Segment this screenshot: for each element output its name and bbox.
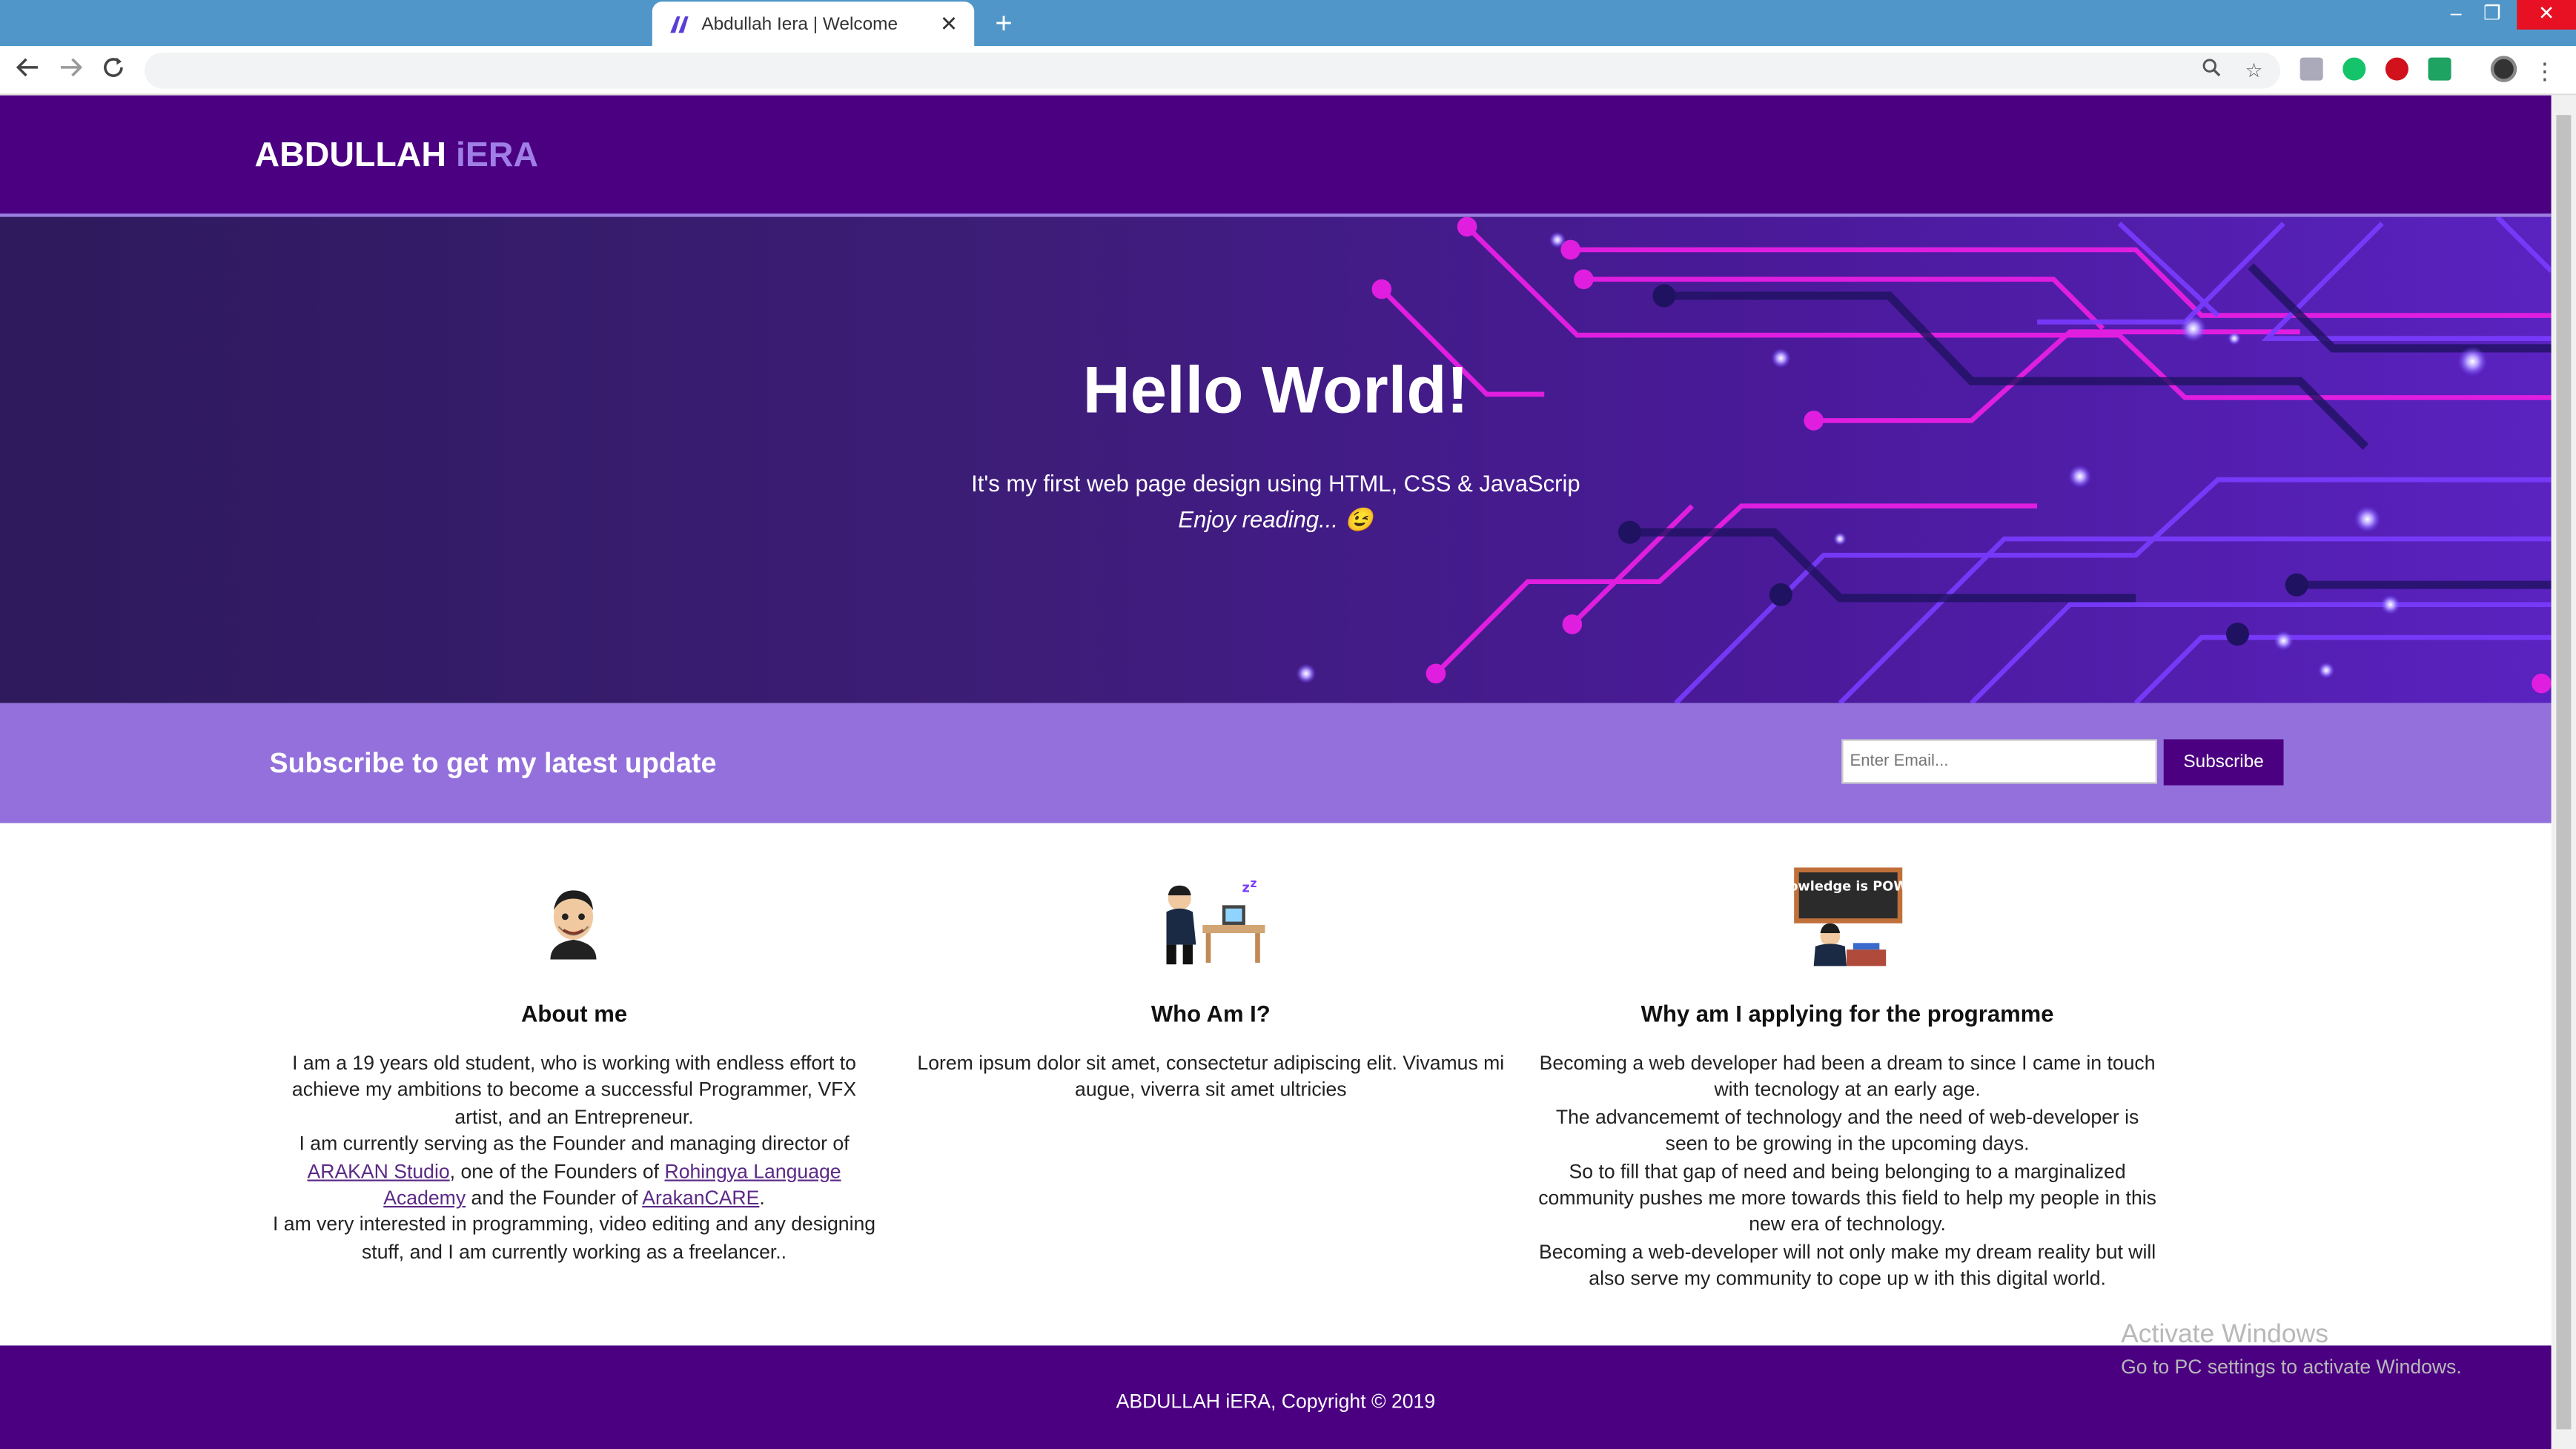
zoom-icon[interactable] <box>2198 58 2224 84</box>
address-bar[interactable] <box>145 52 2281 89</box>
back-icon[interactable] <box>13 56 43 85</box>
about-paragraph-2: I am currently serving as the Founder an… <box>273 1131 875 1212</box>
why-paragraph-4: Becoming a web-developer will not only m… <box>1539 1240 2156 1290</box>
email-input[interactable] <box>1841 739 2157 784</box>
hero-tagline: Enjoy reading... 😉 <box>1178 505 1374 533</box>
bookmark-star-icon[interactable]: ☆ <box>2241 58 2267 84</box>
why-paragraph-1: Becoming a web developer had been a drea… <box>1539 1051 2156 1102</box>
forward-icon[interactable] <box>56 56 85 85</box>
about-text-d: . <box>759 1186 765 1210</box>
about-title: About me <box>521 1000 628 1027</box>
site-favicon-icon <box>669 14 692 34</box>
browser-tabstrip: Abdullah Iera | Welcome ✕ + – ❐ ✕ <box>0 0 2576 47</box>
tab-close-icon[interactable]: ✕ <box>940 10 958 36</box>
site-header: ABDULLAH iERA <box>0 95 2552 217</box>
about-text-b: , one of the Founders of <box>449 1159 665 1183</box>
profile-avatar[interactable] <box>2490 56 2517 82</box>
activate-windows-subtitle: Go to PC settings to activate Windows. <box>2121 1355 2462 1379</box>
why-paragraph-2: The advancememt of technology and the ne… <box>1555 1105 2139 1155</box>
browser-toolbar: ☆ ⋮ <box>0 46 2576 96</box>
logo-accent-text: iERA <box>455 136 539 174</box>
why-title: Why am I applying for the programme <box>1640 1000 2054 1027</box>
footer-copyright: ABDULLAH iERA, Copyright © 2019 <box>1116 1390 1436 1413</box>
extension-opera-icon[interactable] <box>2385 57 2408 81</box>
arakan-studio-link[interactable]: ARAKAN Studio <box>307 1159 449 1182</box>
who-paragraph: Lorem ipsum dolor sit amet, consectetur … <box>917 1051 1505 1102</box>
hero-title: Hello World! <box>1082 354 1469 428</box>
svg-text:z: z <box>1242 881 1249 896</box>
board-text: Knowledge is POWER <box>1794 879 1902 894</box>
extension-grammarly-icon[interactable] <box>2342 57 2366 81</box>
subscribe-heading: Subscribe to get my latest update <box>269 747 717 779</box>
bitmoji-desk-image: z z <box>1160 877 1268 976</box>
who-column: Who Am I? Lorem ipsum dolor sit amet, co… <box>909 1001 1514 1104</box>
subscribe-button[interactable]: Subscribe <box>2163 739 2284 786</box>
activate-windows-title: Activate Windows <box>2121 1321 2328 1349</box>
new-tab-button[interactable]: + <box>986 7 1022 39</box>
about-paragraph-1: I am a 19 years old student, who is work… <box>291 1051 857 1129</box>
why-paragraph-3: So to fill that gap of need and being be… <box>1538 1159 2156 1236</box>
about-paragraph-3: I am very interested in programming, vid… <box>273 1213 876 1264</box>
extension-download-icon[interactable] <box>2299 57 2323 81</box>
about-column: About me I am a 19 years old student, wh… <box>273 1001 875 1265</box>
svg-text:z: z <box>1251 879 1257 890</box>
subscribe-bar: Subscribe to get my latest update Subscr… <box>0 703 2552 823</box>
minimize-icon[interactable]: – <box>2437 0 2476 30</box>
scrollbar-thumb[interactable] <box>2556 115 2572 1430</box>
reload-icon[interactable] <box>99 56 128 85</box>
restore-icon[interactable]: ❐ <box>2472 0 2512 30</box>
about-text-a: I am currently serving as the Founder an… <box>299 1132 850 1155</box>
browser-tab[interactable]: Abdullah Iera | Welcome ✕ <box>652 1 975 47</box>
extension-green-icon[interactable] <box>2428 57 2451 81</box>
bitmoji-portrait-image <box>544 884 603 975</box>
who-title: Who Am I? <box>1150 1000 1271 1027</box>
circuit-background <box>1296 216 2552 703</box>
site-logo[interactable]: ABDULLAH iERA <box>255 136 539 176</box>
why-column: Why am I applying for the programme Beco… <box>1537 1001 2157 1293</box>
about-text-c: and the Founder of <box>466 1186 643 1210</box>
page-scrollbar[interactable] <box>2551 95 2576 1449</box>
knowledge-board-image: Knowledge is POWER <box>1769 867 1927 978</box>
menu-kebab-icon[interactable]: ⋮ <box>2530 56 2560 85</box>
web-page: ABDULLAH iERA Hello World! It's my first… <box>0 95 2552 1449</box>
content-section: About me I am a 19 years old student, wh… <box>0 823 2552 1346</box>
tab-title: Abdullah Iera | Welcome <box>701 13 898 34</box>
window-close-icon[interactable]: ✕ <box>2517 0 2576 30</box>
hero-banner: Hello World! It's my first web page desi… <box>0 216 2552 703</box>
arakancare-link[interactable]: ArakanCARE <box>642 1186 759 1209</box>
logo-main-text: ABDULLAH <box>254 136 456 174</box>
hero-subtitle: It's my first web page design using HTML… <box>971 469 1580 497</box>
